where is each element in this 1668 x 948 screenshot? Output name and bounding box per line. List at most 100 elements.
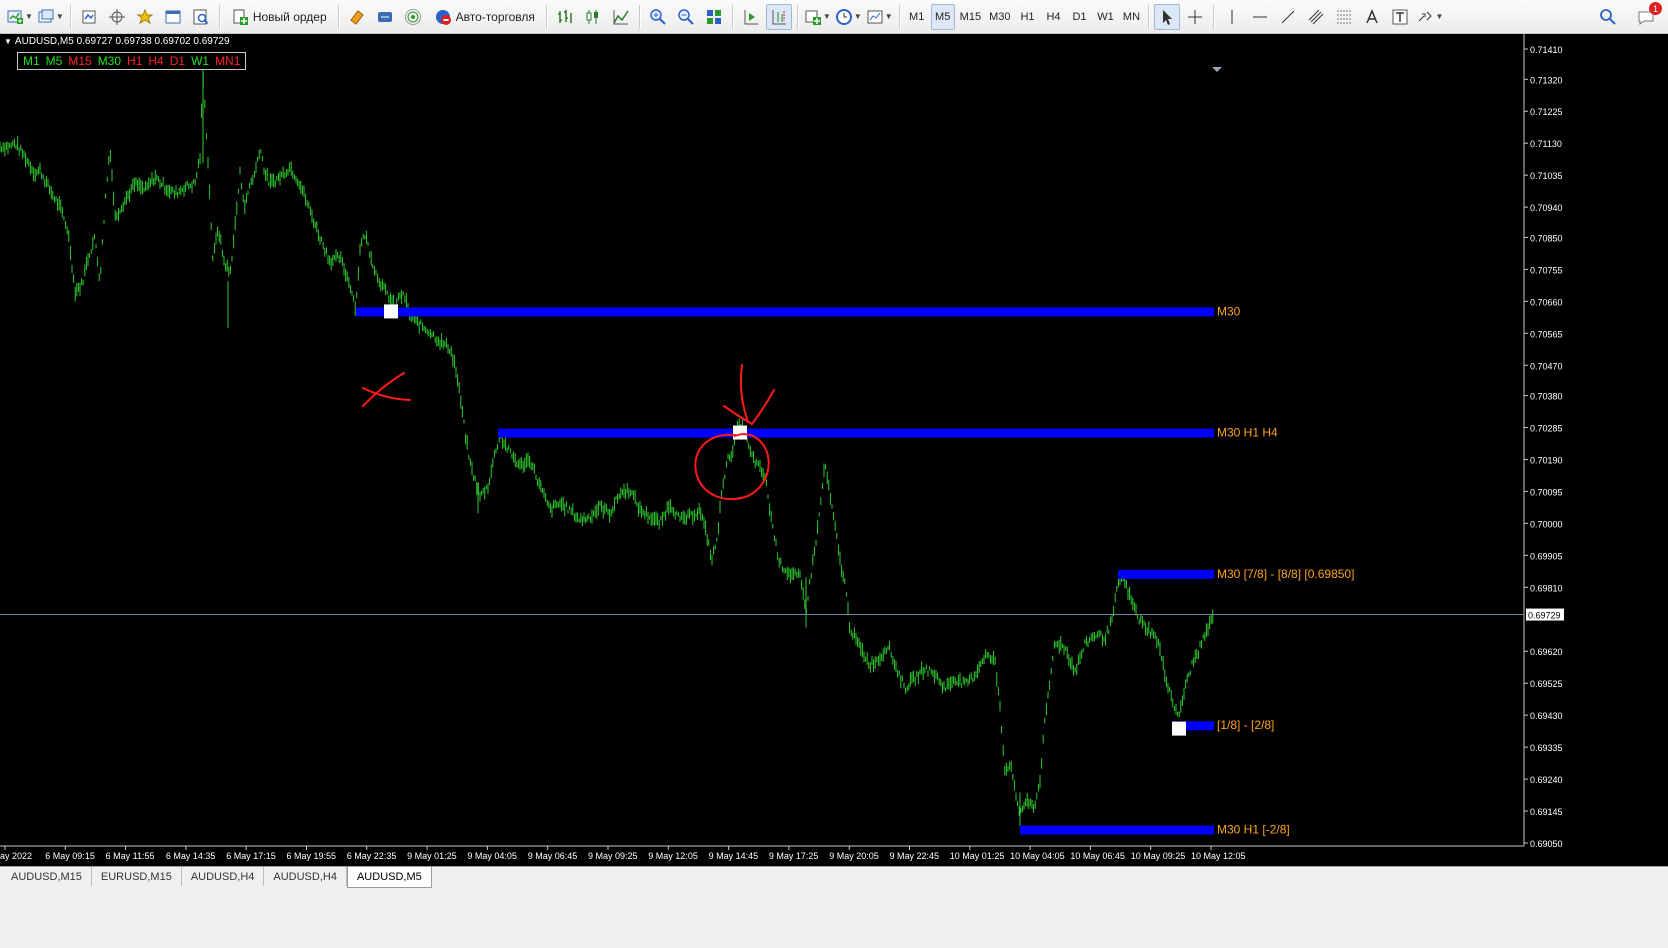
tf-indicator-m30: M30 [97, 54, 122, 68]
indicators-button[interactable]: ▼ [803, 4, 832, 30]
timeframe-button-w1[interactable]: W1 [1093, 4, 1117, 30]
price-scale-label: 0.70285 [1530, 423, 1563, 433]
chart-shift-button[interactable] [765, 3, 792, 30]
horizontal-line-icon [1253, 16, 1268, 17]
candlestick-button[interactable] [580, 4, 606, 30]
tab-eurusd-m15[interactable]: EURUSD,M15 [92, 867, 182, 886]
chart-shift-marker[interactable] [1212, 67, 1222, 72]
broadcast-button[interactable] [400, 4, 426, 30]
price-chart[interactable]: 0.71410 0.71320 0.71225 0.71130 0.71035 0.709… [0, 34, 1668, 866]
level-line[interactable] [1020, 825, 1214, 835]
price-scale-label: 0.70095 [1530, 487, 1563, 497]
data-window-button[interactable] [104, 4, 130, 30]
price-scale-label: 0.69145 [1530, 807, 1563, 817]
signals-button[interactable] [372, 4, 398, 30]
text-label-button[interactable] [1387, 4, 1413, 30]
time-scale-label: 9 May 22:45 [890, 851, 940, 861]
new-order-button[interactable]: Новый ордер [225, 4, 333, 30]
level-line[interactable] [1118, 569, 1214, 579]
time-scale-label: 9 May 01:25 [407, 851, 457, 861]
timeframe-button-h4[interactable]: H4 [1041, 4, 1065, 30]
chart-window[interactable]: 0.71410 0.71320 0.71225 0.71130 0.71035 0.709… [0, 34, 1668, 866]
tab-audusd-m5[interactable]: AUDUSD,M5 [346, 867, 432, 888]
fibonacci-button[interactable] [1331, 4, 1357, 30]
tf-indicator-h4: H4 [148, 54, 164, 68]
new-chart-button[interactable]: ▼ [5, 4, 34, 30]
crosshair-icon [1188, 9, 1203, 24]
zoom-in-button[interactable] [645, 4, 671, 30]
zoom-out-button[interactable] [673, 4, 699, 30]
text-button[interactable] [1359, 4, 1385, 30]
price-scale-label: 0.69905 [1530, 551, 1563, 561]
line-chart-button[interactable] [608, 4, 634, 30]
search-icon [1600, 9, 1616, 25]
time-scale-label: 6 May 11:55 [106, 851, 155, 861]
arrows-button[interactable]: ▼ [1415, 4, 1444, 30]
templates-button[interactable]: ▼ [865, 4, 894, 30]
timeframe-button-m15[interactable]: M15 [957, 4, 984, 30]
auto-scroll-button[interactable] [738, 4, 764, 30]
signals-icon [377, 11, 392, 22]
notifications-button[interactable]: 1 [1633, 2, 1662, 30]
red-circle-annotation [694, 433, 770, 501]
time-scale-label: 10 May 06:45 [1070, 851, 1125, 861]
search-button[interactable] [1595, 4, 1621, 30]
crosshair-button[interactable] [1182, 4, 1208, 30]
new-order-label: Новый ордер [252, 9, 327, 24]
profiles-button[interactable]: ▼ [36, 4, 65, 30]
time-scale-label: 9 May 12:05 [648, 851, 698, 861]
navigator-button[interactable] [132, 4, 158, 30]
trendline-icon [1282, 10, 1295, 23]
price-scale-label: 0.69240 [1530, 775, 1563, 785]
templates-icon [867, 10, 883, 23]
metaeditor-button[interactable] [344, 4, 370, 30]
cursor-arrow-icon [1163, 9, 1173, 25]
terminal-icon [165, 10, 181, 23]
timeframe-button-m30[interactable]: M30 [986, 4, 1013, 30]
timeframe-button-m5[interactable]: M5 [930, 3, 955, 30]
bar-chart-button[interactable] [552, 4, 578, 30]
level-label: M30 H1 H4 [1217, 426, 1278, 440]
price-scale-label: 0.71225 [1530, 107, 1563, 117]
price-scale-label: 0.69335 [1530, 743, 1563, 753]
new-chart-icon [7, 10, 23, 24]
level-line[interactable] [498, 428, 1214, 438]
cursor-button[interactable] [1154, 3, 1181, 30]
time-scale-label: 10 May 12:05 [1191, 851, 1246, 861]
tab-audusd-m15[interactable]: AUDUSD,M15 [2, 867, 92, 886]
time-scale-label: 10 May 04:05 [1010, 851, 1065, 861]
price-scale-label: 0.70940 [1530, 203, 1563, 213]
toolbar-separator [731, 4, 733, 29]
candlestick-icon [586, 9, 598, 24]
horizontal-line-button[interactable] [1247, 4, 1273, 30]
tab-audusd-h4-2[interactable]: AUDUSD,H4 [264, 867, 347, 886]
channel-button[interactable] [1303, 4, 1329, 30]
market-watch-button[interactable] [76, 4, 102, 30]
toolbar-separator [545, 4, 547, 29]
chart-tabs: AUDUSD,M15 EURUSD,M15 AUDUSD,H4 AUDUSD,H… [0, 866, 1668, 888]
periods-button[interactable]: ▼ [834, 4, 863, 30]
timeframe-button-d1[interactable]: D1 [1067, 4, 1091, 30]
time-scale-label: 10 May 01:25 [950, 851, 1005, 861]
collapse-triangle-icon[interactable]: ▼ [4, 37, 12, 46]
timeframe-button-mn[interactable]: MN [1119, 4, 1143, 30]
strategy-tester-button[interactable] [188, 4, 214, 30]
timeframe-button-m1[interactable]: M1 [905, 4, 929, 30]
price-scale-label: 0.71320 [1530, 75, 1563, 85]
toolbar-separator [1213, 4, 1215, 29]
autotrading-button[interactable]: Авто-торговля [428, 4, 541, 30]
timeframe-button-h1[interactable]: H1 [1015, 4, 1039, 30]
price-bars [0, 73, 1214, 816]
vertical-line-button[interactable] [1219, 4, 1245, 30]
tab-audusd-h4[interactable]: AUDUSD,H4 [182, 867, 265, 886]
price-scale-label: 0.69050 [1530, 839, 1563, 849]
trendline-button[interactable] [1275, 4, 1301, 30]
tf-indicator-m5: M5 [45, 54, 63, 68]
level-line[interactable] [356, 307, 1214, 317]
tile-windows-button[interactable] [701, 4, 727, 30]
tf-indicator-w1: W1 [191, 54, 210, 68]
red-arrow-head [723, 389, 775, 426]
terminal-button[interactable] [160, 4, 186, 30]
toolbar-separator [796, 4, 798, 29]
time-scale-label: 6 May 09:15 [45, 851, 95, 861]
